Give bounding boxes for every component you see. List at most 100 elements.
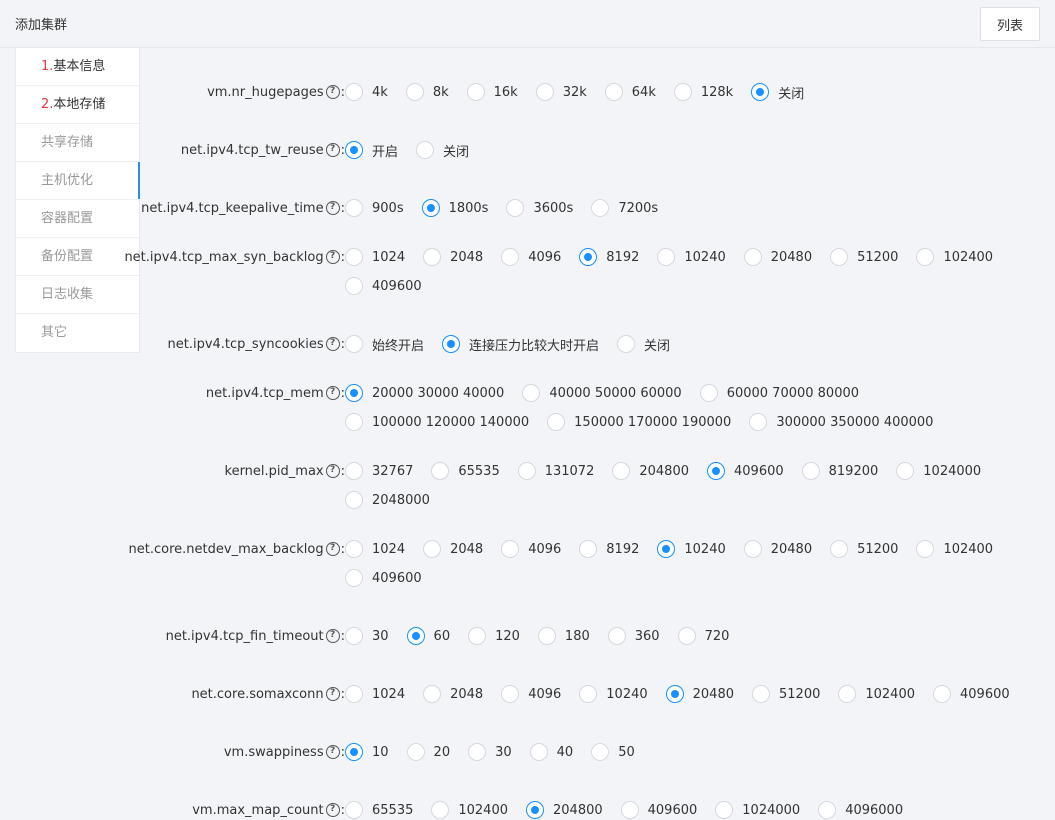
- radio-option[interactable]: 204800: [612, 460, 689, 482]
- radio-option[interactable]: 409600: [933, 683, 1010, 705]
- radio-button[interactable]: [535, 83, 554, 101]
- radio-button[interactable]: [345, 141, 363, 159]
- radio-button[interactable]: [423, 685, 442, 703]
- radio-button[interactable]: [345, 248, 363, 266]
- radio-button[interactable]: [665, 685, 684, 703]
- radio-option[interactable]: 204800: [526, 799, 603, 820]
- radio-button[interactable]: [751, 83, 770, 101]
- radio-option[interactable]: 4096: [501, 246, 561, 268]
- radio-button[interactable]: [801, 462, 820, 480]
- radio-option[interactable]: 32k: [535, 81, 587, 103]
- radio-option[interactable]: 51200: [752, 683, 820, 705]
- radio-button[interactable]: [830, 540, 849, 558]
- radio-option[interactable]: 120: [468, 625, 520, 647]
- radio-button[interactable]: [591, 743, 610, 761]
- radio-option[interactable]: 51200: [830, 246, 898, 268]
- radio-option[interactable]: 3600s: [506, 197, 573, 219]
- radio-option[interactable]: 720: [677, 625, 729, 647]
- help-icon[interactable]: ?: [325, 201, 340, 215]
- radio-button[interactable]: [423, 248, 442, 266]
- radio-button[interactable]: [916, 540, 935, 558]
- help-icon[interactable]: ?: [325, 542, 340, 556]
- step-item[interactable]: 日志收集: [16, 276, 139, 314]
- radio-option[interactable]: 8k: [405, 81, 449, 103]
- radio-button[interactable]: [657, 248, 676, 266]
- radio-button[interactable]: [579, 540, 598, 558]
- radio-button[interactable]: [345, 384, 363, 402]
- radio-option[interactable]: 关闭: [416, 139, 469, 161]
- radio-option[interactable]: 4096: [501, 683, 561, 705]
- step-item[interactable]: 1.基本信息: [16, 48, 139, 86]
- radio-option[interactable]: 131072: [517, 460, 594, 482]
- radio-option[interactable]: 20480: [743, 246, 812, 268]
- radio-button[interactable]: [529, 743, 548, 761]
- radio-button[interactable]: [526, 801, 544, 819]
- list-button[interactable]: 列表: [980, 7, 1040, 41]
- radio-option[interactable]: 30: [345, 625, 389, 647]
- radio-button[interactable]: [345, 462, 363, 480]
- radio-option[interactable]: 2048: [423, 538, 483, 560]
- radio-option[interactable]: 100000 120000 140000: [345, 411, 529, 433]
- radio-button[interactable]: [522, 384, 541, 402]
- help-icon[interactable]: ?: [325, 629, 340, 643]
- radio-option[interactable]: 10240: [579, 683, 648, 705]
- radio-option[interactable]: 51200: [830, 538, 898, 560]
- radio-option[interactable]: 20: [406, 741, 450, 763]
- radio-option[interactable]: 102400: [916, 246, 993, 268]
- radio-option[interactable]: 409600: [345, 567, 422, 589]
- radio-option[interactable]: 7200s: [591, 197, 658, 219]
- step-item[interactable]: 主机优化: [16, 162, 140, 200]
- radio-button[interactable]: [517, 462, 536, 480]
- radio-option[interactable]: 20480: [743, 538, 812, 560]
- radio-option[interactable]: 10: [345, 741, 389, 763]
- radio-button[interactable]: [838, 685, 857, 703]
- radio-button[interactable]: [345, 627, 363, 645]
- radio-option[interactable]: 409600: [345, 275, 422, 297]
- radio-button[interactable]: [423, 540, 442, 558]
- radio-option[interactable]: 2048: [423, 683, 483, 705]
- help-icon[interactable]: ?: [325, 803, 340, 817]
- radio-option[interactable]: 8192: [579, 538, 639, 560]
- radio-button[interactable]: [617, 335, 636, 353]
- radio-option[interactable]: 4096000: [818, 799, 903, 820]
- radio-option[interactable]: 20000 30000 40000: [345, 382, 504, 404]
- radio-option[interactable]: 40000 50000 60000: [522, 382, 682, 404]
- radio-button[interactable]: [579, 685, 598, 703]
- radio-button[interactable]: [547, 413, 566, 431]
- radio-option[interactable]: 60000 70000 80000: [699, 382, 859, 404]
- radio-option[interactable]: 409600: [620, 799, 697, 820]
- radio-option[interactable]: 128k: [673, 81, 733, 103]
- radio-button[interactable]: [612, 462, 631, 480]
- radio-button[interactable]: [501, 248, 520, 266]
- radio-option[interactable]: 409600: [707, 460, 784, 482]
- radio-option[interactable]: 30: [468, 741, 512, 763]
- radio-button[interactable]: [466, 83, 485, 101]
- radio-button[interactable]: [607, 627, 626, 645]
- radio-button[interactable]: [405, 83, 424, 101]
- radio-button[interactable]: [345, 413, 363, 431]
- radio-option[interactable]: 32767: [345, 460, 413, 482]
- radio-option[interactable]: 10240: [657, 246, 726, 268]
- help-icon[interactable]: ?: [325, 745, 340, 759]
- radio-button[interactable]: [699, 384, 718, 402]
- radio-option[interactable]: 102400: [916, 538, 993, 560]
- radio-option[interactable]: 1024: [345, 683, 405, 705]
- radio-button[interactable]: [442, 335, 461, 353]
- radio-button[interactable]: [345, 540, 363, 558]
- radio-button[interactable]: [506, 199, 525, 217]
- help-icon[interactable]: ?: [325, 250, 340, 264]
- radio-option[interactable]: 4k: [345, 81, 388, 103]
- radio-option[interactable]: 关闭: [751, 81, 804, 103]
- radio-button[interactable]: [406, 743, 425, 761]
- radio-option[interactable]: 开启: [345, 139, 398, 161]
- radio-option[interactable]: 16k: [466, 81, 518, 103]
- radio-option[interactable]: 819200: [801, 460, 878, 482]
- radio-option[interactable]: 1024000: [715, 799, 800, 820]
- radio-button[interactable]: [715, 801, 734, 819]
- radio-option[interactable]: 102400: [838, 683, 915, 705]
- help-icon[interactable]: ?: [325, 85, 340, 99]
- radio-button[interactable]: [345, 83, 363, 101]
- help-icon[interactable]: ?: [325, 143, 340, 157]
- step-item[interactable]: 其它: [16, 314, 139, 352]
- radio-option[interactable]: 20480: [665, 683, 734, 705]
